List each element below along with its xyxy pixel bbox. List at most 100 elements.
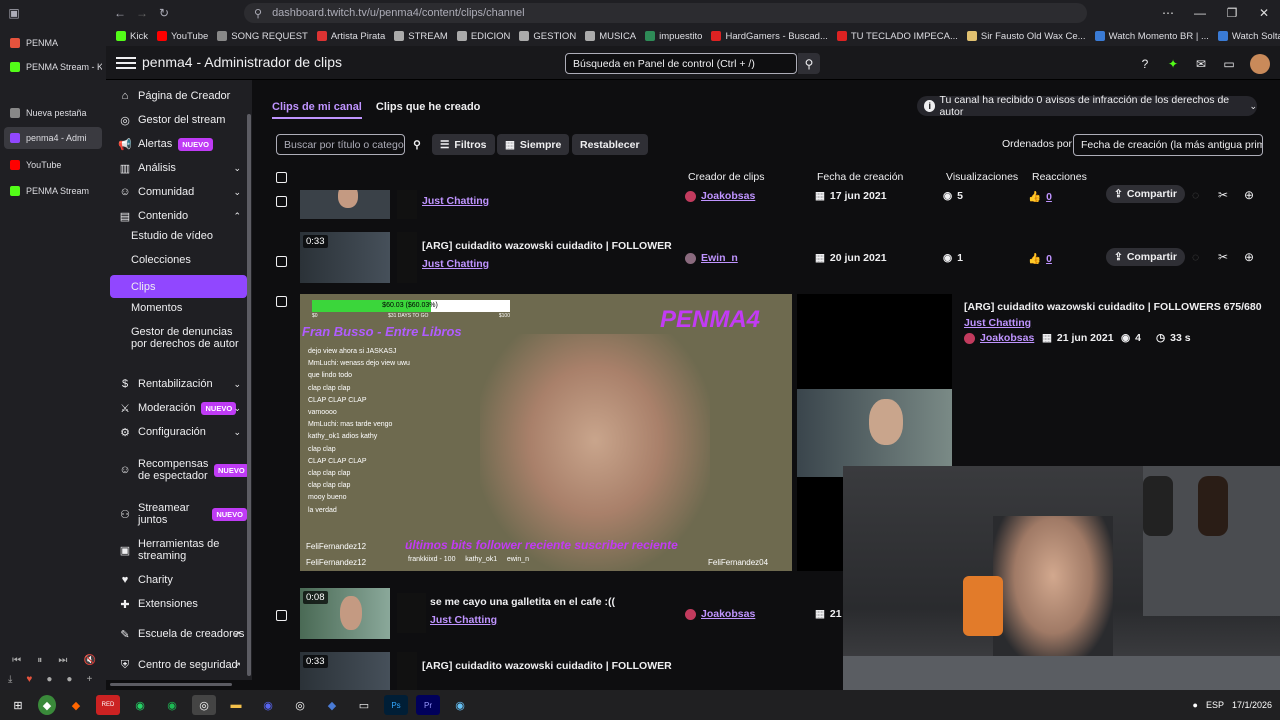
sidebar-item[interactable]: ☺ Recompensas de espectador NUEVO <box>110 450 249 490</box>
bookmark-item[interactable]: HardGamers - Buscad... <box>711 31 828 42</box>
clip-thumbnail[interactable]: 0:33 <box>300 232 390 283</box>
clip-creator[interactable]: Ewin_n <box>685 252 738 264</box>
bookmark-item[interactable]: YouTube <box>156 31 208 42</box>
sidebar-scrollbar[interactable] <box>247 114 251 676</box>
dashboard-search-input[interactable]: Búsqueda en Panel de control (Ctrl + /) <box>565 53 797 74</box>
sidebar-item[interactable]: ⛨ Centro de seguridad ↗ <box>110 656 247 674</box>
photoshop-icon[interactable]: Ps <box>384 695 408 715</box>
windows-start-icon[interactable]: ⊞ <box>6 695 30 715</box>
browser-tab[interactable]: PENMA Stream - Ki <box>4 56 102 78</box>
sidebar-item[interactable]: ▥ Análisis ⌄ <box>110 159 247 177</box>
horizontal-scrollbar[interactable] <box>110 683 232 686</box>
settings-dots-icon[interactable]: ⋯ <box>1152 6 1184 20</box>
sidebar-item[interactable]: ⌂ Página de Creador <box>110 87 247 105</box>
app-icon-10[interactable]: ◆ <box>320 695 344 715</box>
sidebar-item[interactable]: $ Rentabilización ⌄ <box>110 375 247 393</box>
filters-button[interactable]: ☰ Filtros <box>432 134 495 155</box>
col-reactions[interactable]: Reacciones <box>1032 171 1087 183</box>
clip-creator[interactable]: Joakobsas <box>685 190 755 202</box>
reload-icon[interactable]: ↻ <box>154 3 174 23</box>
clock[interactable]: 17/1/2026 <box>1232 700 1272 710</box>
col-creator[interactable]: Creador de clips <box>688 171 764 183</box>
prev-track-icon[interactable]: ⏮ <box>12 655 21 666</box>
minimize-icon[interactable]: — <box>1184 6 1216 20</box>
download-circle-icon[interactable]: ⊕ <box>1244 188 1254 202</box>
reset-button[interactable]: Restablecer <box>572 134 648 155</box>
bookmark-item[interactable]: STREAM <box>394 31 448 42</box>
clip-reactions[interactable]: 👍 0 <box>1028 252 1052 266</box>
order-select[interactable]: Fecha de creación (la más antigua primer… <box>1073 134 1263 156</box>
app-icon-3[interactable]: RED <box>96 695 120 715</box>
close-icon[interactable]: ✕ <box>1248 6 1280 20</box>
sidebar-toggle-icon[interactable]: ▣ <box>4 3 24 23</box>
search-icon[interactable]: ⚲ <box>798 53 820 74</box>
bookmark-item[interactable]: MUSICA <box>585 31 636 42</box>
language-indicator[interactable]: ESP <box>1206 700 1224 710</box>
browser-tab[interactable]: PENMA Stream <box>4 180 102 202</box>
pause-icon[interactable]: ⏸ <box>37 655 42 666</box>
sidebar-item[interactable]: ▣ Herramientas de streaming <box>110 536 247 564</box>
bookmark-item[interactable]: Kick <box>116 31 148 42</box>
copyright-notice[interactable]: i Tu canal ha recibido 0 avisos de infra… <box>917 94 1257 118</box>
table-row[interactable]: 0:33 [ARG] cuidadito wazowski cuidadito … <box>270 232 1280 284</box>
premiere-icon[interactable]: Pr <box>416 695 440 715</box>
clip-thumbnail[interactable]: 0:33 <box>300 652 390 690</box>
address-bar[interactable]: ⚲ dashboard.twitch.tv/u/penma4/content/cl… <box>244 3 1087 23</box>
sidebar-item[interactable]: ⚔ Moderación NUEVO ⌄ <box>110 399 247 417</box>
browser-tab[interactable]: penma4 - Admi <box>4 127 102 149</box>
sidebar-item[interactable]: ✎ Escuela de creadores ↗ <box>110 620 247 648</box>
mute-icon[interactable]: 🔇 <box>83 655 95 666</box>
row-checkbox[interactable] <box>276 196 287 207</box>
whisper-icon[interactable]: ▭ <box>1222 57 1236 71</box>
clip-category[interactable]: Just Chatting <box>430 614 497 626</box>
col-views[interactable]: Visualizaciones <box>946 171 1018 183</box>
bookmark-item[interactable]: EDICION <box>456 31 510 42</box>
app-icon-9[interactable]: ◎ <box>288 695 312 715</box>
clip-thumbnail[interactable]: 0:08 <box>300 588 390 639</box>
brave-icon[interactable]: ◆ <box>64 695 88 715</box>
clip-reactions[interactable]: 👍 0 <box>1028 190 1052 204</box>
menu-icon[interactable] <box>116 53 136 73</box>
bookmark-item[interactable]: SONG REQUEST <box>217 31 308 42</box>
clip-thumbnail[interactable] <box>797 389 952 477</box>
share-button[interactable]: ⇪ Compartir <box>1106 248 1185 266</box>
sidebar-subitem[interactable]: Estudio de vídeo <box>110 230 247 248</box>
sidebar-item[interactable]: ✚ Extensiones <box>110 595 247 613</box>
clip-search-input[interactable]: Buscar por título o categoría <box>276 134 405 155</box>
clip-creator[interactable]: Joakobsas <box>685 608 755 620</box>
sidebar-item[interactable]: ▤ Contenido ⌃ <box>110 207 247 225</box>
download-icon[interactable]: ⤓ <box>8 674 12 685</box>
circle-icon-2[interactable]: ● <box>66 674 72 685</box>
discord-icon[interactable]: ◉ <box>256 695 280 715</box>
tab-created-clips[interactable]: Clips que he creado <box>376 101 481 119</box>
bookmark-item[interactable]: Watch Soltando magi... <box>1217 31 1280 42</box>
select-all-checkbox[interactable] <box>276 172 287 183</box>
avatar[interactable] <box>1250 54 1270 74</box>
sidebar-item[interactable]: ♥ Charity <box>110 571 247 589</box>
row-checkbox[interactable] <box>276 610 287 621</box>
bookmark-item[interactable]: GESTION <box>519 31 576 42</box>
clip-thumbnail[interactable] <box>300 190 390 219</box>
clip-category[interactable]: Just Chatting <box>422 258 489 270</box>
help-icon[interactable]: ? <box>1138 57 1152 71</box>
clip-title[interactable]: [ARG] cuidadito wazowski cuidadito | FOL… <box>422 240 672 252</box>
circle-icon[interactable]: ● <box>46 674 52 685</box>
browser-tab[interactable]: PENMA <box>4 32 102 54</box>
sparkle-icon[interactable]: ✦ <box>1166 57 1180 71</box>
clip-title[interactable]: [ARG] cuidadito wazowski cuidadito | FOL… <box>422 660 672 672</box>
bookmark-item[interactable]: impuestito <box>645 31 702 42</box>
clip-category[interactable]: Just Chatting <box>422 195 489 207</box>
sidebar-item[interactable]: ⚙ Configuración ⌄ <box>110 423 247 441</box>
scissors-icon[interactable]: ✂ <box>1218 250 1228 264</box>
sidebar-subitem[interactable]: Momentos <box>110 302 247 320</box>
sidebar-item[interactable]: ☺ Comunidad ⌄ <box>110 183 247 201</box>
explorer-icon[interactable]: ▬ <box>224 695 248 715</box>
expanded-clip-category[interactable]: Just Chatting <box>964 317 1031 329</box>
obs-icon[interactable]: ◎ <box>192 695 216 715</box>
forward-icon[interactable]: → <box>132 3 152 23</box>
sidebar-item[interactable]: 📢 Alertas NUEVO <box>110 135 247 153</box>
browser-tab[interactable]: Nueva pestaña <box>4 102 102 124</box>
maximize-icon[interactable]: ❐ <box>1216 6 1248 20</box>
add-tab-icon[interactable]: + <box>86 674 92 685</box>
app-icon-11[interactable]: ▭ <box>352 695 376 715</box>
